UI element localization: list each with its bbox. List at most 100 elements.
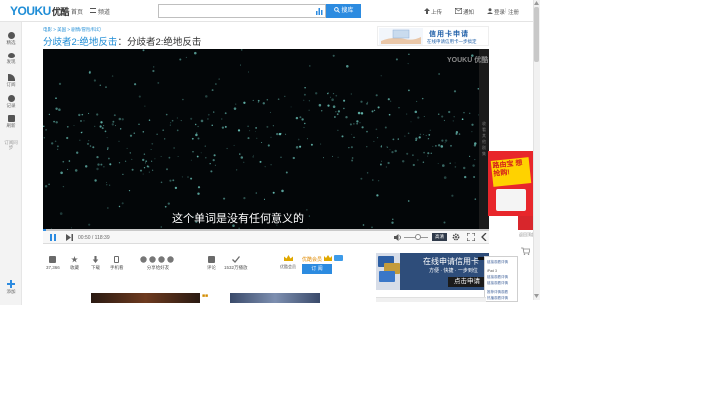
particle <box>442 164 445 167</box>
scroll-down-arrow-icon[interactable] <box>534 294 539 298</box>
mail-icon <box>455 8 462 14</box>
particle <box>428 134 431 136</box>
related-video-thumbnail[interactable] <box>230 293 320 303</box>
login-link[interactable]: 登录 <box>494 8 505 16</box>
dropdown-popup: 链接观看详情 iPad 3 链接观看详情 链接观看详情 推荐详情观看 热播观看详… <box>484 256 518 302</box>
sidebar-item-add[interactable]: 添加 <box>0 280 22 295</box>
video-title-sep: ： <box>117 37 127 48</box>
collapse-arrow-icon[interactable] <box>481 233 487 241</box>
comment-button[interactable]: 评论 <box>207 256 216 271</box>
share-button[interactable]: 分享给好友 <box>140 256 176 271</box>
fullscreen-icon[interactable] <box>467 233 475 241</box>
next-icon[interactable] <box>66 234 73 241</box>
video-title-link[interactable]: 分歧者2:绝地反击 <box>43 37 117 48</box>
search-input[interactable] <box>158 4 326 18</box>
playback-time: 00:50 / 118:39 <box>78 235 110 241</box>
particle <box>371 226 373 229</box>
related-video-thumbnail[interactable] <box>91 293 200 303</box>
particle <box>164 138 166 140</box>
particle <box>462 166 466 170</box>
particle <box>223 197 226 200</box>
particle <box>243 101 246 104</box>
sidebar-item-refresh[interactable]: 刷新 <box>0 115 22 129</box>
particle <box>343 107 345 110</box>
sidebar-item-history[interactable]: 记录 <box>0 95 22 109</box>
pause-icon[interactable] <box>50 234 56 241</box>
particle <box>213 154 216 157</box>
volume-knob[interactable] <box>415 234 421 240</box>
particle <box>304 87 306 89</box>
particle <box>441 115 444 118</box>
popup-item[interactable]: iPad 3 <box>487 269 497 273</box>
particle <box>181 176 183 178</box>
audio-bars-icon[interactable] <box>316 7 323 15</box>
side-floating-ad[interactable]: 路由宝 想抢购! <box>488 151 533 216</box>
breadcrumb[interactable]: 电影 > 美国 > 剧情/冒险/科幻 <box>43 27 101 33</box>
popup-item[interactable]: 链接观看详情 <box>487 275 508 280</box>
popup-item[interactable]: 链接观看详情 <box>487 281 508 286</box>
particle <box>103 125 105 127</box>
particle <box>48 183 50 186</box>
particle <box>361 126 364 129</box>
gear-icon[interactable] <box>452 233 460 241</box>
upload-link[interactable]: 上传 <box>431 8 442 16</box>
like-button[interactable]: 37,366 <box>46 256 60 270</box>
cart-icon[interactable] <box>521 247 530 255</box>
vip-text[interactable]: 优酷会员 <box>302 256 322 263</box>
video-player[interactable] <box>43 49 489 230</box>
vip-badge[interactable]: 优酷会员 <box>280 255 296 270</box>
particle <box>67 168 69 170</box>
particle <box>366 103 368 105</box>
particle <box>100 121 103 124</box>
particle <box>401 160 405 163</box>
register-link[interactable]: 注册 <box>508 8 519 16</box>
particle <box>190 117 193 120</box>
particle <box>88 112 90 114</box>
volume-icon[interactable] <box>394 234 402 241</box>
scroll-up-arrow-icon[interactable] <box>534 1 539 5</box>
particle <box>380 146 382 148</box>
popup-item[interactable]: 链接观看详情 <box>487 260 508 265</box>
youku-logo[interactable]: YOUKU优酷 <box>10 4 69 18</box>
scrollbar-thumb[interactable] <box>534 7 539 62</box>
quality-button[interactable]: 高清 <box>432 233 447 241</box>
popup-item[interactable]: 热播观看详情 <box>487 296 508 301</box>
particle <box>211 124 213 126</box>
particle <box>215 83 217 85</box>
particle <box>162 129 165 132</box>
particle <box>406 152 409 155</box>
credit-card-ad[interactable]: 在线申请信用卡 方便 · 快捷 · 一步到位 点击申请 <box>376 253 489 290</box>
comment-icon <box>208 256 215 263</box>
nav-home-link[interactable]: 首页 <box>71 7 83 16</box>
progress-track[interactable] <box>43 229 489 231</box>
subscribe-button[interactable]: 订 阅 <box>302 264 332 274</box>
download-label: 下载 <box>91 265 100 270</box>
apply-now-button[interactable]: 点击申请 <box>448 277 486 287</box>
particle <box>266 98 269 101</box>
download-button[interactable]: 下载 <box>91 256 100 271</box>
nav-channel-link[interactable]: 频道 <box>98 7 110 16</box>
phone-watch-button[interactable]: 手机看 <box>110 256 124 271</box>
particle <box>257 101 260 104</box>
sidebar-item-featured[interactable]: 精选 <box>0 32 22 46</box>
particle <box>375 94 378 97</box>
top-banner-ad[interactable]: 信用卡申请 在线申请信用卡一步搞定 <box>377 26 489 46</box>
particle <box>66 136 69 140</box>
sidebar-item-subscribe[interactable]: 订阅 <box>0 74 22 88</box>
search-button[interactable]: 搜库 <box>326 4 361 18</box>
particle <box>142 49 145 52</box>
sidebar-item-sync[interactable]: 订阅同步 <box>0 140 22 150</box>
particle <box>118 117 122 121</box>
favorite-button[interactable]: 收藏 <box>70 256 79 271</box>
particle <box>165 113 168 116</box>
back-to-top-button[interactable]: 返回顶部 <box>519 232 535 238</box>
popup-item[interactable]: 推荐详情观看 <box>487 290 508 295</box>
particle <box>94 125 96 128</box>
particle <box>427 155 429 157</box>
particle <box>97 163 100 166</box>
sidebar-item-discover[interactable]: 发现 <box>0 53 22 65</box>
ad-side-tab[interactable] <box>518 216 533 230</box>
particle <box>177 155 179 157</box>
particle <box>96 155 99 159</box>
notify-link[interactable]: 通知 <box>463 8 474 16</box>
